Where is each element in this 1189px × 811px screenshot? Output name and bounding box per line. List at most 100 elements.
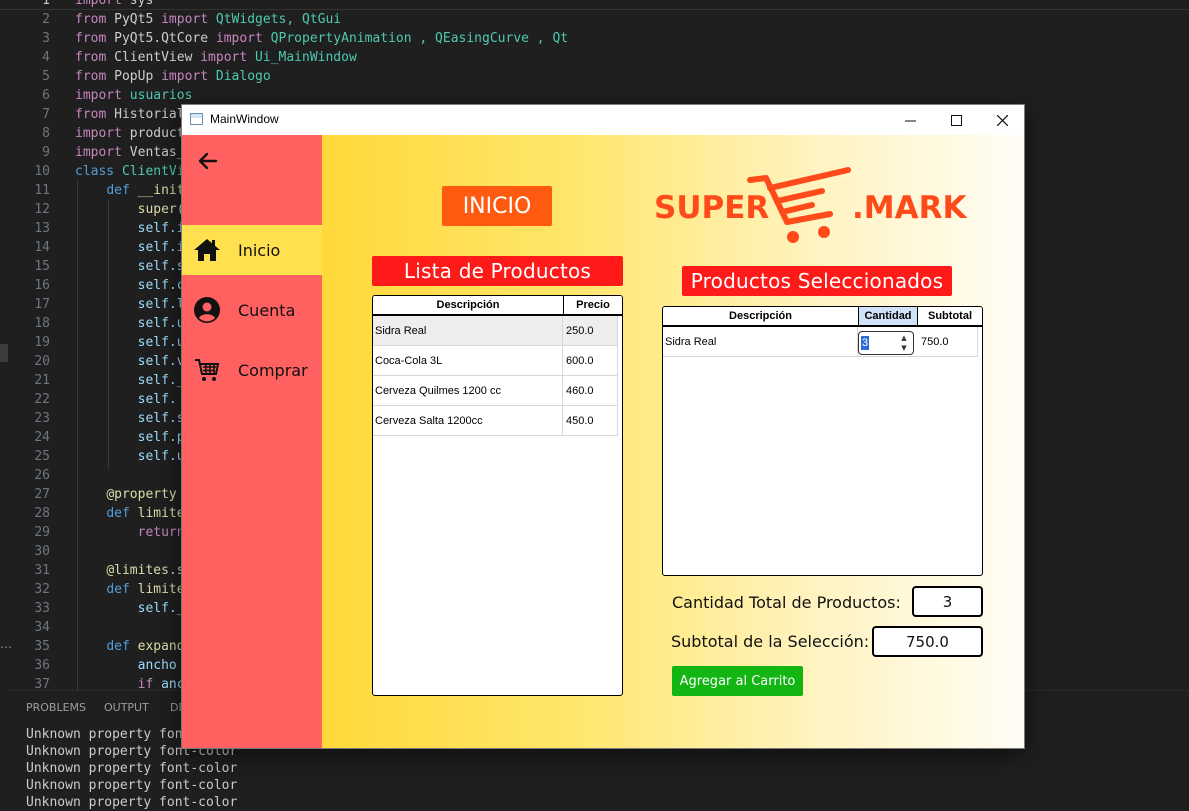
code-token: self.i — [137, 240, 185, 255]
log-line: Unknown property font-color — [26, 778, 238, 793]
code-token: @limites.s — [106, 563, 185, 578]
code-token: def — [106, 183, 130, 198]
minimize-button[interactable] — [887, 105, 933, 135]
tab-output[interactable]: OUTPUT — [104, 701, 149, 714]
code-line[interactable]: ancho — [75, 656, 177, 675]
indent-guide — [77, 180, 78, 690]
code-token: expand — [129, 639, 185, 654]
line-number: 29 — [34, 525, 50, 540]
code-line[interactable]: import Ventas_ — [75, 143, 185, 162]
more-icon: ⋯ — [0, 640, 12, 654]
code-line[interactable]: class ClientVi — [75, 162, 185, 181]
page-title: INICIO — [442, 186, 552, 226]
code-token: from — [75, 31, 107, 46]
close-button[interactable] — [979, 105, 1024, 135]
title-bar[interactable]: MainWindow — [182, 105, 1024, 135]
code-line[interactable]: self.u — [75, 314, 185, 333]
cell-description: Sidra Real — [373, 316, 563, 345]
code-token: self. — [137, 392, 177, 407]
products-table[interactable]: Descripción Precio Sidra Real 250.0 Coca… — [372, 295, 623, 696]
line-number: 27 — [34, 487, 50, 502]
code-token: __init — [129, 183, 185, 198]
spin-down-arrow-icon[interactable]: ▼ — [897, 343, 911, 353]
table-row[interactable]: Sidra Real 750.0 — [663, 327, 978, 357]
code-line[interactable]: self.s — [75, 409, 185, 428]
line-number: 33 — [34, 601, 50, 616]
code-line[interactable]: import sys — [75, 0, 153, 10]
code-line[interactable]: self.u — [75, 333, 185, 352]
code-token: QtWidgets, QtGui — [208, 12, 342, 27]
column-header-descripcion[interactable]: Descripción — [373, 296, 564, 316]
line-number: 9 — [42, 145, 50, 160]
quantity-value[interactable]: 3 — [861, 336, 870, 350]
quantity-stepper[interactable]: 3 ▲ ▼ — [858, 331, 914, 355]
code-line[interactable]: @limites.s — [75, 561, 185, 580]
code-line[interactable]: from ClientView import Ui_MainWindow — [75, 48, 357, 67]
code-line[interactable]: def __init — [75, 181, 185, 200]
line-number: 2 — [42, 12, 50, 27]
code-line[interactable]: self.l — [75, 295, 185, 314]
table-row[interactable]: Coca-Cola 3L 600.0 — [373, 346, 618, 376]
line-number: 24 — [34, 430, 50, 445]
code-line[interactable]: self.i — [75, 238, 185, 257]
maximize-button[interactable] — [933, 105, 979, 135]
code-line[interactable]: super( — [75, 200, 185, 219]
code-line[interactable]: from PyQt5 import QtWidgets, QtGui — [75, 10, 341, 29]
sidebar-item-cuenta[interactable]: Cuenta — [182, 285, 322, 335]
code-line[interactable]: return — [75, 523, 185, 542]
code-line[interactable]: @property — [75, 485, 176, 504]
code-line[interactable]: from PopUp import Dialogo — [75, 67, 271, 86]
code-line[interactable]: self.i — [75, 219, 185, 238]
code-token: Historial — [106, 107, 185, 122]
code-line[interactable]: from Historial — [75, 105, 185, 124]
sidebar: Inicio Cuenta Comprar — [182, 135, 322, 748]
code-token: Ui_MainWindow — [247, 50, 357, 65]
code-line[interactable]: self._ — [75, 599, 185, 618]
sidebar-item-comprar[interactable]: Comprar — [182, 345, 322, 395]
code-line[interactable]: if anc — [75, 675, 185, 690]
code-token: from — [75, 12, 107, 27]
table-row[interactable]: Sidra Real 250.0 — [373, 316, 618, 346]
code-token: def — [106, 639, 130, 654]
tab-problems[interactable]: PROBLEMS — [26, 701, 86, 714]
app-window-icon — [190, 113, 203, 125]
column-header-precio[interactable]: Precio — [564, 296, 622, 316]
add-to-cart-button[interactable]: Agregar al Carrito — [672, 666, 803, 696]
code-line[interactable]: def limite — [75, 580, 184, 599]
code-line[interactable]: self.p — [75, 428, 185, 447]
table-row[interactable]: Cerveza Salta 1200cc 450.0 — [373, 406, 618, 436]
code-line[interactable]: self.v — [75, 352, 185, 371]
code-line[interactable]: def limite — [75, 504, 184, 523]
table-row[interactable]: Cerveza Quilmes 1200 cc 460.0 — [373, 376, 618, 406]
code-token: ancho — [137, 658, 177, 673]
line-number: 36 — [34, 658, 50, 673]
code-line[interactable]: self.s — [75, 257, 185, 276]
code-line[interactable]: self.c — [75, 276, 185, 295]
code-line[interactable]: self. — [75, 390, 177, 409]
spin-up-arrow-icon[interactable]: ▲ — [897, 333, 911, 343]
code-line[interactable]: from PyQt5.QtCore import QPropertyAnimat… — [75, 29, 568, 48]
code-token: PopUp — [106, 69, 162, 84]
main-window: MainWindow Inicio Cuenta Comprar INICIO … — [181, 104, 1025, 749]
code-line[interactable]: def expand — [75, 637, 185, 656]
cell-description: Cerveza Salta 1200cc — [373, 406, 563, 435]
selected-products-table[interactable]: Descripción Cantidad Subtotal Sidra Real… — [662, 306, 983, 576]
column-header-descripcion[interactable]: Descripción — [663, 307, 859, 327]
sidebar-item-inicio[interactable]: Inicio — [182, 225, 322, 275]
back-arrow-icon[interactable] — [196, 149, 220, 173]
subtotal-label: Subtotal de la Selección: — [671, 632, 870, 651]
code-line[interactable]: self.u — [75, 447, 185, 466]
line-number: 37 — [34, 677, 50, 690]
code-line[interactable]: import product — [75, 124, 185, 143]
column-header-subtotal[interactable]: Subtotal — [918, 307, 982, 327]
code-line[interactable]: self._ — [75, 371, 185, 390]
code-line[interactable]: import usuarios — [75, 86, 192, 105]
column-header-cantidad[interactable]: Cantidad — [859, 307, 918, 327]
